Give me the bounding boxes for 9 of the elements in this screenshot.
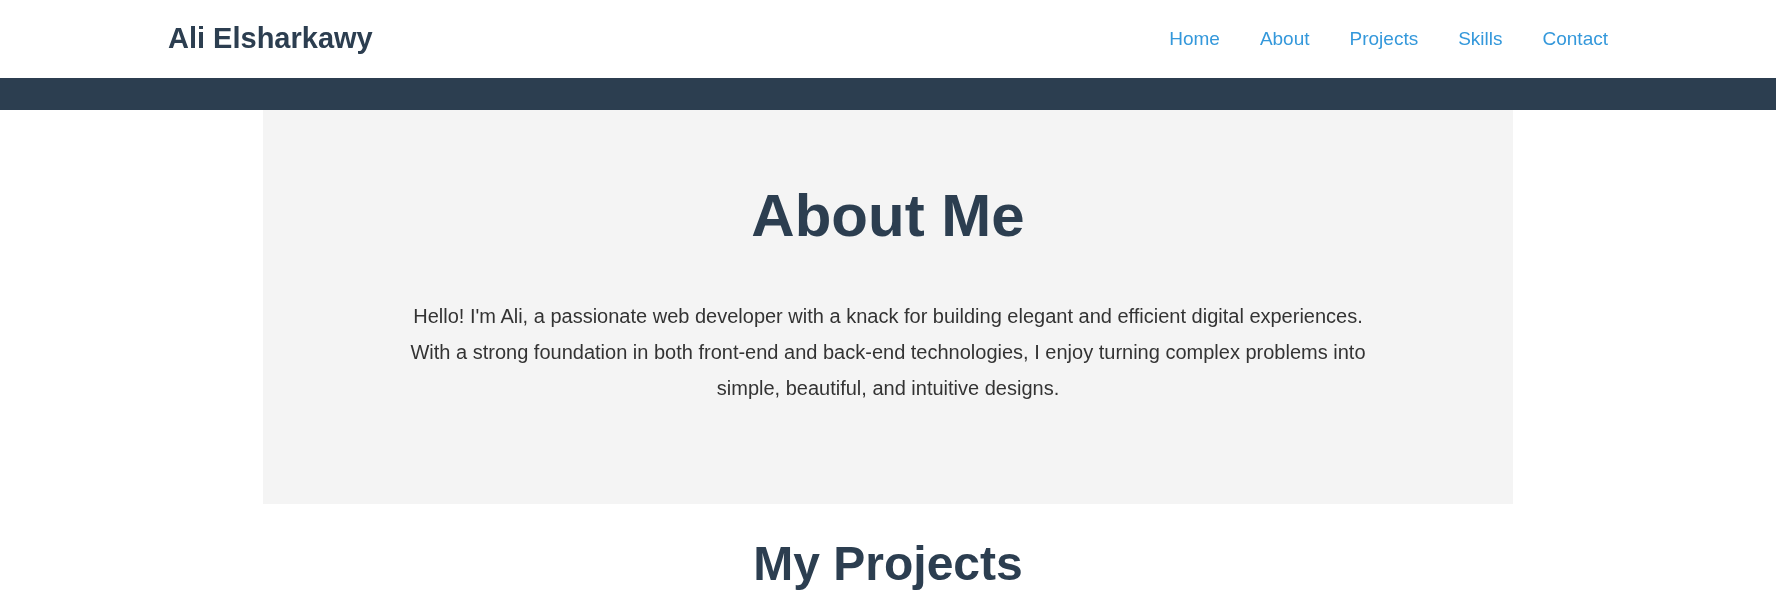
about-paragraph: Hello! I'm Ali, a passionate web developer with a knack for building elegant and efficient digital experiences. With a strong foundation in both front-end and back-end technologies, I enjoy turning complex problems into simple, beautiful, and intuitive designs. bbox=[409, 304, 1367, 401]
nav-link[interactable]: Projects bbox=[1349, 24, 1419, 54]
site-brand: Ali Elsharkawy bbox=[168, 21, 373, 57]
section-heading: About Me bbox=[751, 186, 1025, 246]
nav-link[interactable]: Contact bbox=[1542, 24, 1608, 54]
nav-link[interactable]: Home bbox=[1169, 24, 1220, 54]
nav-link[interactable]: About bbox=[1259, 24, 1310, 54]
nav-link[interactable]: Skills bbox=[1458, 24, 1503, 54]
section-heading: My Projects bbox=[753, 540, 1023, 588]
